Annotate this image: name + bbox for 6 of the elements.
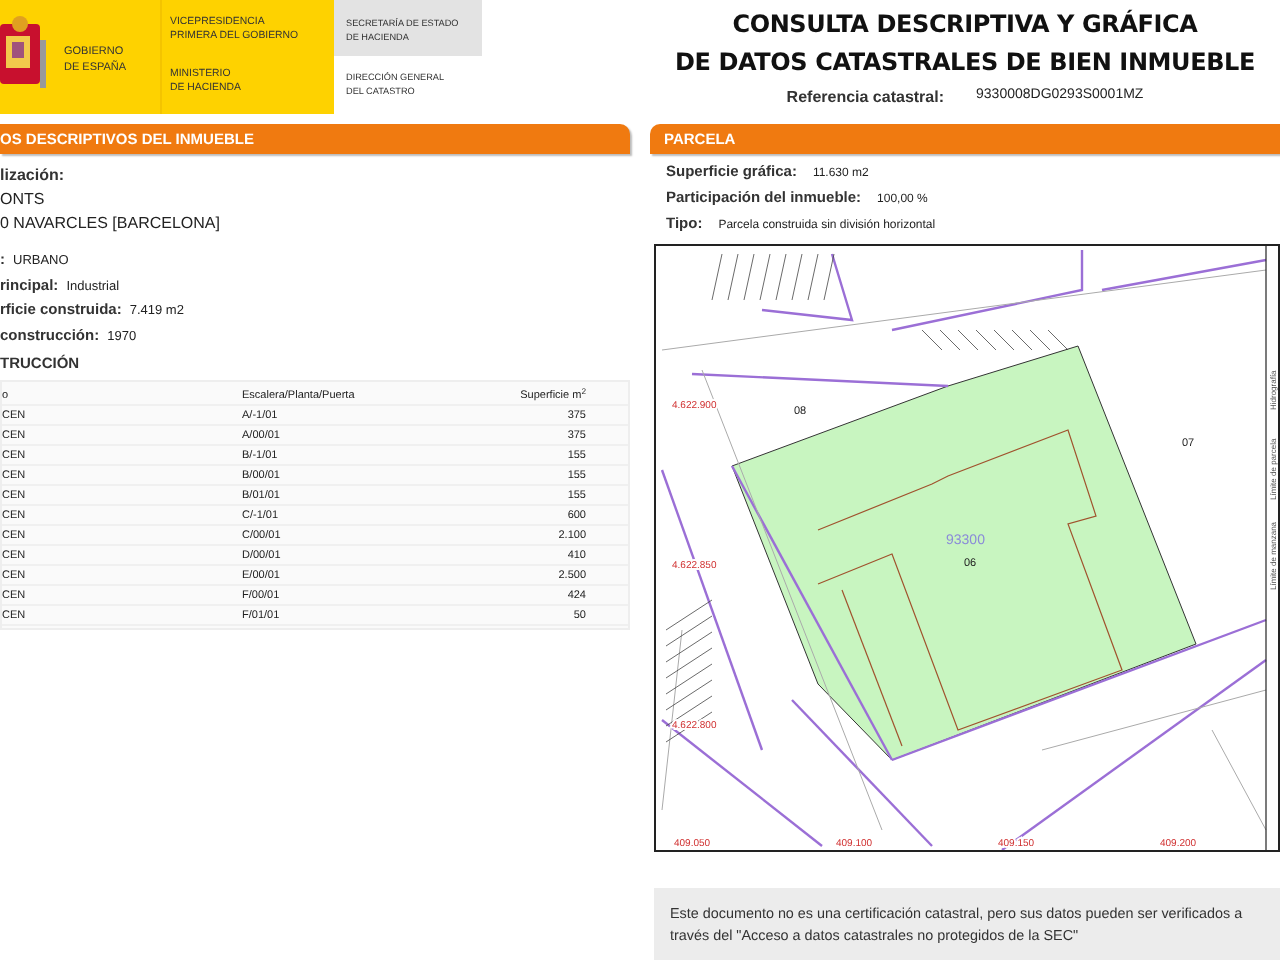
address-line: 0 NAVARCLES [BARCELONA] [0,212,222,236]
field-label: lización: [0,164,67,188]
reference-label: Referencia catastral: [786,86,945,110]
document-title: CONSULTA DESCRIPTIVA Y GRÁFICA [730,7,1200,42]
document-title: DE DATOS CATASTRALES DE BIEN INMUEBLE [673,46,1257,80]
address-line: ONTS [0,188,47,212]
